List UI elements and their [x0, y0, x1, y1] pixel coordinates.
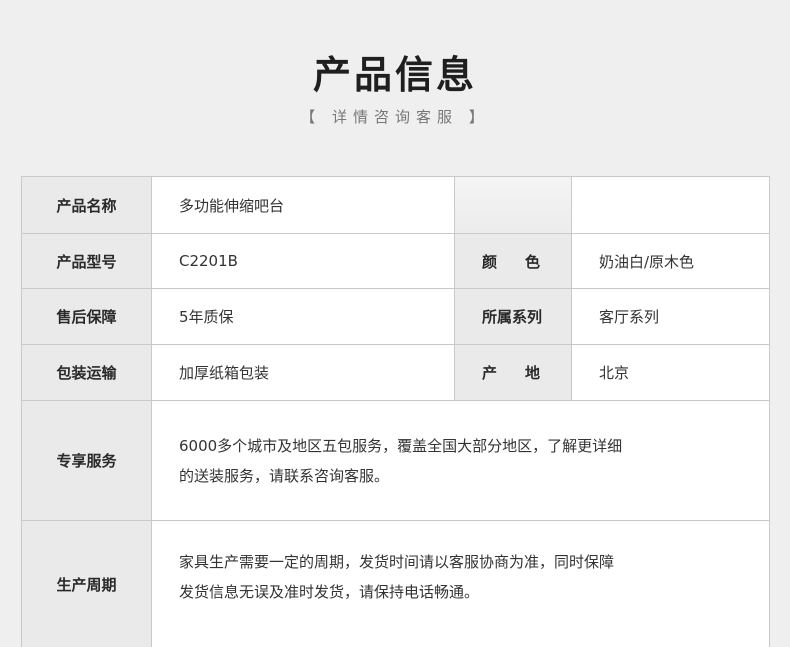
value-exclusive-service: 6000多个城市及地区五包服务，覆盖全国大部分地区，了解更详细 的送装服务，请联…	[152, 401, 770, 521]
label-model: 产品型号	[22, 234, 152, 289]
label-series: 所属系列	[455, 289, 572, 345]
page-subtitle: 【 详情咨询客服 】	[300, 108, 490, 126]
value-origin: 北京	[572, 345, 770, 401]
page-title: 产品信息	[312, 53, 477, 97]
label-warranty: 售后保障	[22, 289, 152, 345]
label-exclusive-service: 专享服务	[22, 401, 152, 521]
label-color-text: 颜色	[482, 252, 569, 271]
label-packaging: 包装运输	[22, 345, 152, 401]
value-product-name: 多功能伸缩吧台	[152, 177, 455, 234]
thumbnail-image-2	[572, 177, 770, 234]
value-color: 奶油白/原木色	[572, 234, 770, 289]
label-product-name: 产品名称	[22, 177, 152, 234]
label-origin-text: 产地	[482, 364, 569, 382]
value-series: 客厅系列	[572, 289, 770, 345]
label-origin: 产地	[455, 345, 572, 401]
value-packaging: 加厚纸箱包装	[152, 345, 455, 401]
label-production-cycle: 生产周期	[22, 521, 152, 647]
thumbnail-image	[455, 177, 572, 234]
value-production-cycle: 家具生产需要一定的周期，发货时间请以客服协商为准，同时保障 发货信息无误及准时发…	[152, 521, 770, 647]
spec-table: 产品名称 多功能伸缩吧台 产品型号 C2201B 颜色 奶油白/原木色 售后保障…	[21, 176, 770, 647]
label-color: 颜色	[455, 234, 572, 289]
value-model: C2201B	[152, 234, 455, 289]
value-warranty: 5年质保	[152, 289, 455, 345]
